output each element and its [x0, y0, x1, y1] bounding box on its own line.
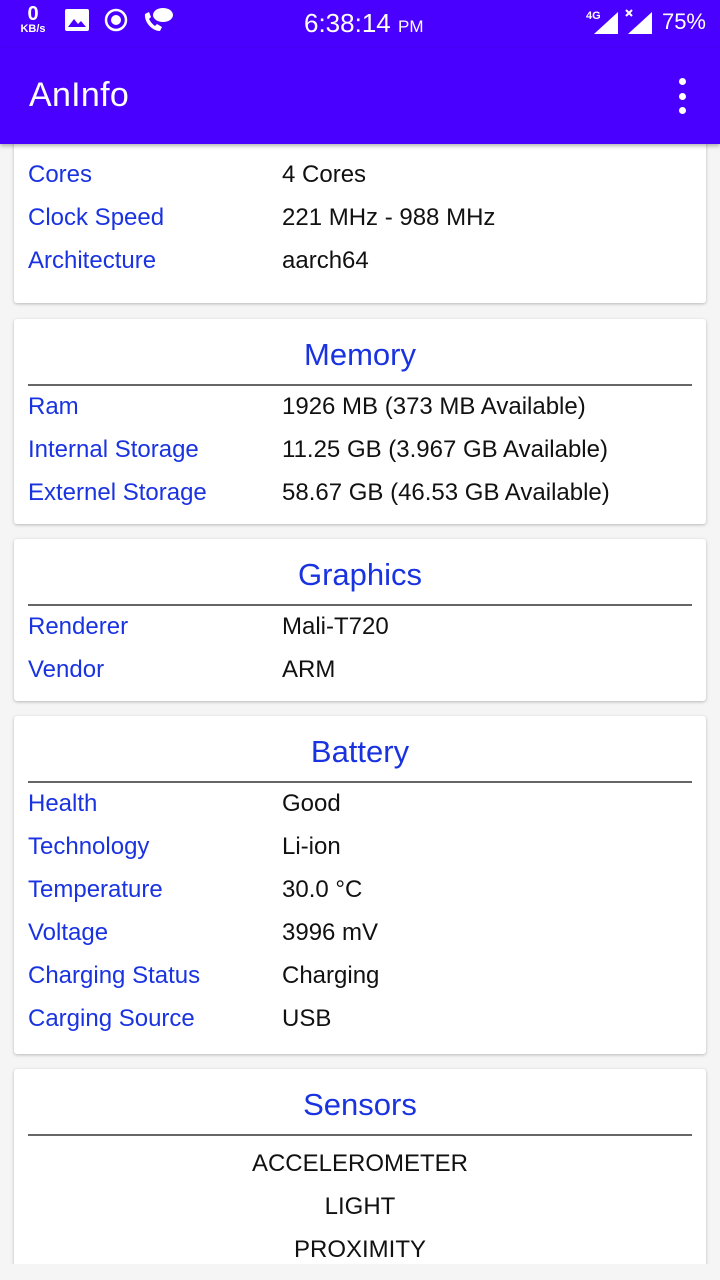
record-icon	[104, 8, 128, 31]
app-title: AnInfo	[29, 76, 130, 114]
signal-no-sim-icon	[625, 9, 652, 34]
more-vert-icon[interactable]	[672, 78, 692, 114]
info-row: Cores 4 Cores	[28, 161, 367, 188]
info-row: Health Good	[28, 790, 341, 817]
cpu-card: sha2 crc32 Cores4 Cores Clock Speed221 M…	[14, 144, 706, 303]
divider	[28, 1134, 692, 1136]
memory-card: Memory Ram 1926 MB (373 MB Available) Int…	[14, 319, 706, 524]
phone-chat-icon	[144, 7, 173, 31]
app-bar: AnInfo	[0, 48, 720, 144]
card-title: Battery	[310, 734, 410, 769]
info-row: Architecture aarch64	[28, 247, 369, 274]
sensor-item: PROXIMITY	[293, 1236, 426, 1263]
card-title: Graphics	[297, 557, 423, 592]
content-scroll[interactable]: sha2 crc32 Cores4 Cores Clock Speed221 M…	[0, 144, 720, 1264]
net-speed: 0 KB/s	[20, 3, 46, 35]
svg-text:4G: 4G	[586, 10, 601, 22]
info-row: Ram 1926 MB (373 MB Available)	[28, 393, 586, 420]
info-row: Vendor ARM	[28, 656, 336, 683]
info-row: Internal Storage 11.25 GB (3.967 GB Avail…	[28, 436, 608, 463]
sensor-item: ACCELEROMETER	[251, 1150, 469, 1177]
sensor-item: LIGHT	[324, 1193, 396, 1220]
info-row: Charging Status Charging	[28, 962, 380, 989]
card-title: Sensors	[303, 1087, 417, 1122]
info-row: Externel Storage 58.67 GB (46.53 GB Avail…	[28, 479, 610, 506]
info-row: sha2 crc32	[14, 144, 706, 154]
info-row: Renderer Mali-T720	[28, 613, 389, 640]
battery-level: 75%	[661, 9, 706, 34]
battery-card: Battery Health Good Technology Li-ion Temp…	[14, 716, 706, 1054]
graphics-card: Graphics Renderer Mali-T720 Vendor ARM	[14, 539, 706, 701]
clock: 6:38:14 PM	[304, 8, 424, 38]
info-row: Technology Li-ion	[28, 833, 341, 860]
sensors-card: Sensors ACCELEROMETER LIGHT PROXIMITY	[14, 1069, 706, 1264]
signal-4g-icon: 4G	[586, 10, 618, 34]
info-row: Carging Source USB	[28, 1005, 332, 1032]
card-title: Memory	[304, 337, 416, 372]
image-icon	[65, 8, 89, 31]
info-row: Clock Speed 221 MHz - 988 MHz	[28, 204, 496, 231]
info-row: Temperature 30.0 °C	[28, 876, 363, 903]
status-bar: 0 KB/s 6:38:14 PM 4G 75%	[0, 0, 720, 48]
info-row: Voltage 3996 mV	[28, 919, 379, 946]
